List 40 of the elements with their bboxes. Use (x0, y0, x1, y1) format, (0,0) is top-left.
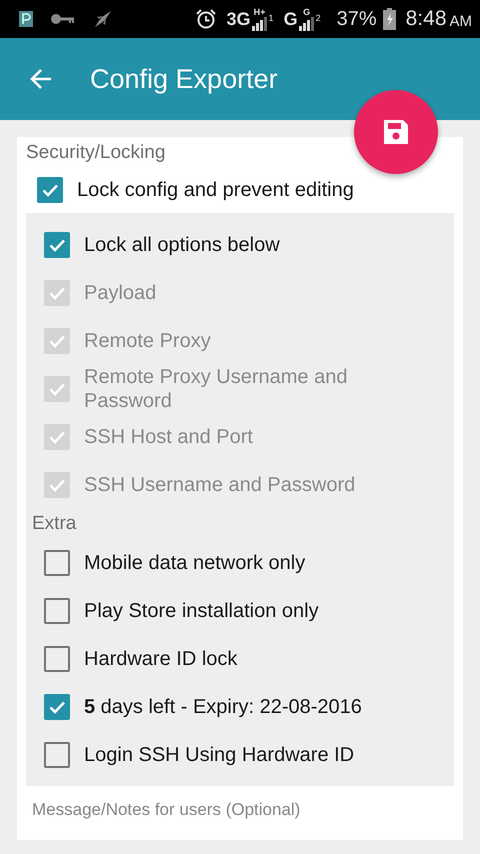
network-label: G (303, 8, 310, 16)
signal-icon (252, 16, 268, 30)
checkbox[interactable] (44, 646, 70, 672)
alarm-icon (194, 8, 217, 30)
checkbox[interactable] (44, 694, 70, 720)
section-title: Extra (32, 512, 78, 536)
checkbox-label: Payload (84, 281, 156, 305)
sim-number: 2 (316, 13, 321, 23)
checkbox[interactable] (44, 232, 70, 258)
checkbox[interactable] (44, 598, 70, 624)
screen-title: Config Exporter (90, 64, 278, 94)
checkbox-label: SSH Username and Password (84, 473, 356, 497)
checkbox-label: Hardware ID lock (84, 647, 238, 671)
battery-icon (382, 8, 396, 30)
sim-number: 1 (268, 13, 274, 23)
checkbox-label: Play Store installation only (84, 599, 319, 623)
clock-ampm: AM (450, 12, 472, 30)
network-type: G (284, 8, 298, 30)
checkbox[interactable] (44, 742, 70, 768)
checkbox-label: Lock all options below (84, 233, 280, 257)
save-icon (381, 117, 411, 147)
key-icon (50, 12, 76, 26)
checkbox-label: Remote Proxy Username and Password (84, 365, 348, 413)
network-type: 3G (226, 8, 251, 30)
rocket-icon (92, 8, 114, 30)
network-label: H+ (254, 8, 266, 16)
checkbox[interactable] (44, 550, 70, 576)
clock-time: 8:48 (406, 7, 446, 31)
checkbox-label: 5 days left - Expiry: 22-08-2016 (84, 695, 362, 719)
checkbox-label: Remote Proxy (84, 329, 211, 353)
checkbox-label: Lock config and prevent editing (77, 178, 354, 202)
checkbox-label: Login SSH Using Hardware ID (84, 743, 354, 767)
checkbox-label: Mobile data network only (84, 551, 306, 575)
checkbox[interactable] (37, 177, 63, 203)
checkbox-label: SSH Host and Port (84, 425, 253, 449)
battery-percent: 37% (336, 8, 377, 30)
section-title: Security/Locking (26, 141, 166, 165)
notes-field[interactable]: Message/Notes for users (Optional) (26, 800, 438, 820)
signal-icon (298, 16, 315, 30)
parking-icon (18, 10, 34, 28)
